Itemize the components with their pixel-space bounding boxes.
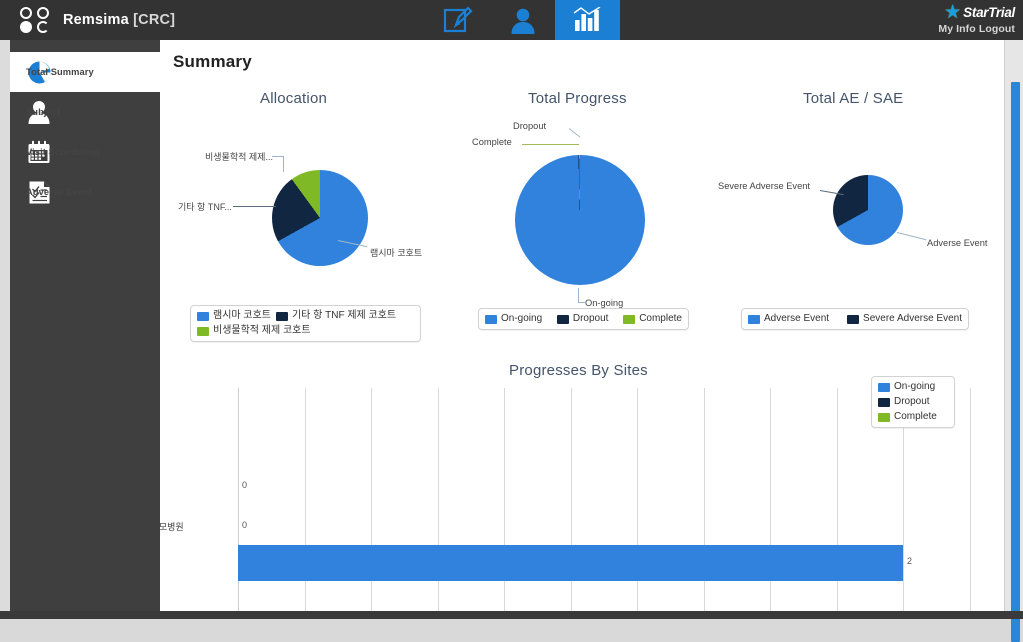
- sidebar-item-label: Visit Scheduling: [26, 147, 100, 157]
- bottom-bar: [0, 611, 1023, 619]
- brand-name-text: Remsima: [63, 12, 129, 28]
- total-progress-callout-complete: Complete: [472, 137, 512, 147]
- sidebar: Total Summary Subject Visit Scheduling A…: [10, 40, 160, 619]
- allocation-chart-title: Allocation: [260, 90, 328, 107]
- bar-ongoing[interactable]: [238, 545, 903, 581]
- sidebar-item-total-summary[interactable]: Total Summary: [10, 52, 160, 92]
- allocation-legend: 램시마 코호트 기타 항 TNF 제제 코호트 비생물학적 제제 코호트: [190, 305, 421, 342]
- sidebar-item-adverse-event[interactable]: Adverse Event: [10, 172, 160, 212]
- bar-value-label: 0: [242, 520, 248, 530]
- sidebar-item-label: Subject: [26, 107, 61, 117]
- legend-item[interactable]: Complete: [878, 410, 937, 424]
- legend-label: 램시마 코호트: [213, 310, 271, 321]
- brand-name: Remsima [CRC]: [63, 12, 175, 28]
- allocation-callout-blue: 램시마 코호트: [370, 248, 423, 258]
- legend-item[interactable]: 기타 항 TNF 제제 코호트: [275, 309, 397, 323]
- nav-edit-form-button[interactable]: [425, 0, 490, 40]
- progresses-by-sites-plot: 0 0 2 서울성모병원 0 0.2 0.4 0.6 0.8 1 1.2 1.4…: [160, 388, 971, 619]
- total-ae-sae-chart-title: Total AE / SAE: [803, 90, 904, 107]
- four-circles-logo: [20, 5, 54, 35]
- total-progress-legend: On-going Dropout Complete: [478, 308, 689, 330]
- bar-value-label: 2: [907, 556, 913, 566]
- legend-item[interactable]: Dropout: [556, 312, 609, 326]
- total-ae-sae-legend: Adverse Event Severe Adverse Event: [741, 308, 969, 330]
- bar-chart-icon: [573, 7, 603, 33]
- sidebar-item-visit-scheduling[interactable]: Visit Scheduling: [10, 132, 160, 172]
- ae-sae-callout-severe: Severe Adverse Event: [718, 181, 810, 191]
- legend-label: Complete: [894, 411, 937, 422]
- vertical-scrollbar-track[interactable]: [1004, 40, 1023, 642]
- legend-item[interactable]: Adverse Event: [748, 312, 829, 326]
- application-window: Remsima [CRC] ★ StarTrial My Info Logout…: [0, 0, 1023, 642]
- logout-link[interactable]: Logout: [979, 23, 1015, 35]
- legend-label: Dropout: [894, 396, 930, 407]
- total-progress-chart-title: Total Progress: [528, 90, 627, 107]
- star-icon: ★: [944, 2, 962, 23]
- nav-subject-button[interactable]: [490, 0, 555, 40]
- legend-label: Complete: [639, 313, 682, 324]
- sidebar-item-label: Total Summary: [26, 67, 94, 77]
- legend-label: 기타 항 TNF 제제 코호트: [291, 310, 397, 321]
- category-label-site: 서울성모병원: [160, 522, 184, 532]
- legend-item[interactable]: 램시마 코호트: [197, 309, 271, 323]
- legend-label: On-going: [501, 313, 543, 324]
- edit-form-icon: [443, 6, 473, 34]
- legend-item[interactable]: 비생물학적 제제 코호트: [197, 324, 311, 338]
- total-progress-callout-dropout: Dropout: [513, 121, 547, 131]
- vertical-scrollbar-thumb[interactable]: [1011, 82, 1020, 642]
- sidebar-item-label: Adverse Event: [26, 187, 92, 197]
- page-title: Summary: [173, 52, 252, 71]
- allocation-callout-green: 비생물학적 제제...: [205, 152, 273, 162]
- brand: Remsima [CRC]: [20, 0, 175, 40]
- my-info-link[interactable]: My Info: [938, 23, 975, 35]
- total-ae-sae-pie[interactable]: [833, 175, 903, 245]
- top-bar: Remsima [CRC] ★ StarTrial My Info Logout: [0, 0, 1023, 40]
- legend-label: Dropout: [572, 313, 609, 324]
- startrial-wordmark: StarTrial: [963, 5, 1015, 20]
- legend-label: Adverse Event: [764, 313, 830, 324]
- total-progress-pie[interactable]: [515, 155, 645, 285]
- legend-item[interactable]: Complete: [623, 312, 682, 326]
- sidebar-item-subject[interactable]: Subject: [10, 92, 160, 132]
- account-links: My Info Logout: [938, 23, 1015, 35]
- legend-item[interactable]: Dropout: [878, 395, 930, 409]
- brand-tag: [CRC]: [133, 12, 176, 28]
- legend-item[interactable]: On-going: [485, 312, 542, 326]
- person-icon: [510, 7, 536, 34]
- left-gutter: [0, 40, 10, 619]
- progresses-by-sites-chart-title: Progresses By Sites: [509, 362, 648, 379]
- legend-label: 비생물학적 제제 코호트: [213, 325, 311, 336]
- progresses-by-sites-legend: On-going Dropout Complete: [871, 376, 955, 428]
- bar-value-label: 0: [242, 480, 248, 490]
- total-progress-callout-ongoing: On-going: [585, 298, 624, 308]
- top-nav: [425, 0, 620, 40]
- startrial-logo-block: ★ StarTrial My Info Logout: [938, 3, 1015, 35]
- legend-label: Severe Adverse Event: [863, 313, 962, 324]
- legend-item[interactable]: Severe Adverse Event: [847, 312, 962, 326]
- main-content: Summary Allocation 비생물학적 제제... 기타 항 TNF.…: [160, 40, 1005, 619]
- allocation-pie[interactable]: [272, 170, 368, 266]
- legend-item[interactable]: On-going: [878, 380, 935, 394]
- allocation-callout-navy: 기타 항 TNF...: [178, 202, 232, 212]
- legend-label: On-going: [894, 381, 936, 392]
- nav-statistics-button[interactable]: [555, 0, 620, 40]
- ae-sae-callout-ae: Adverse Event: [927, 238, 988, 248]
